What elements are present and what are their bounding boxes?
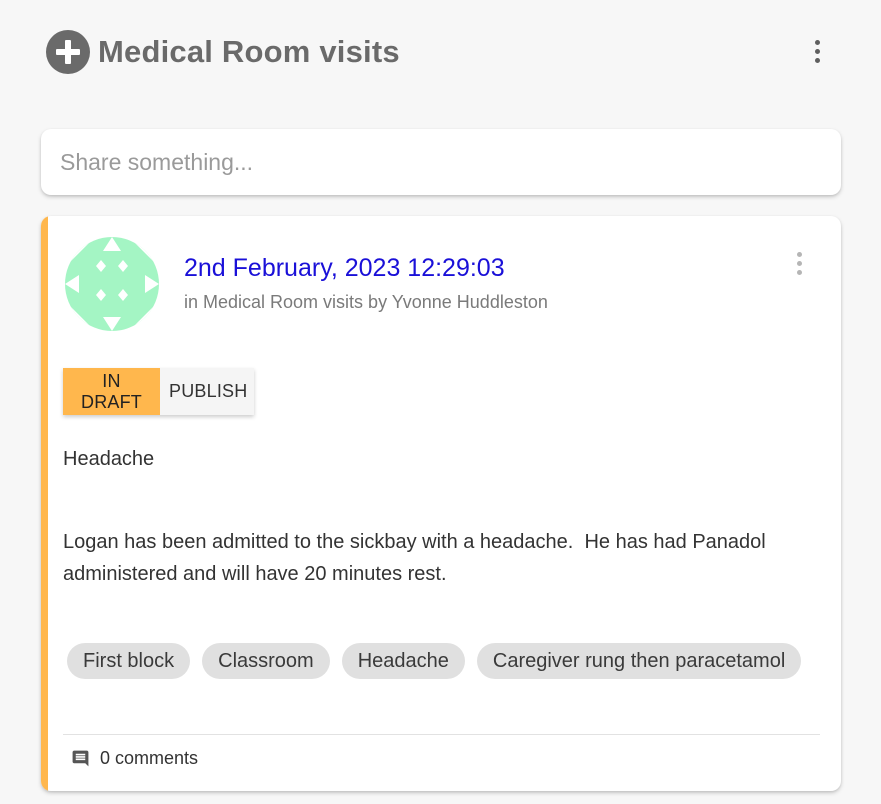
draft-accent-bar xyxy=(41,216,48,791)
plus-circle-icon xyxy=(56,40,80,64)
share-box xyxy=(41,129,841,195)
post-body: Logan has been admitted to the sickbay w… xyxy=(63,531,772,585)
comment-icon xyxy=(72,750,89,766)
page-title: Medical Room visits xyxy=(98,34,400,69)
more-vertical-icon-dot xyxy=(814,57,820,63)
divider xyxy=(63,734,820,735)
status-toggle: IN DRAFT PUBLISH xyxy=(63,368,254,415)
more-vertical-icon-dot xyxy=(814,48,820,54)
post-card: 2nd February, 2023 12:29:03 in Medical R… xyxy=(41,216,841,791)
tag-list: First block Classroom Headache Caregiver… xyxy=(67,643,807,679)
publish-button[interactable]: PUBLISH xyxy=(160,368,254,415)
add-post-button[interactable] xyxy=(46,30,90,74)
post-menu-button[interactable] xyxy=(789,248,809,278)
tag-chip[interactable]: First block xyxy=(67,643,191,679)
post-date-link[interactable]: 2nd February, 2023 12:29:03 xyxy=(184,254,505,283)
comments-link[interactable]: 0 comments xyxy=(71,746,198,770)
avatar xyxy=(65,237,159,331)
share-input[interactable] xyxy=(41,129,820,195)
page-menu-button[interactable] xyxy=(806,36,828,66)
in-draft-button[interactable]: IN DRAFT xyxy=(63,368,160,415)
more-vertical-icon xyxy=(796,251,802,257)
comments-count: 0 comments xyxy=(100,747,199,768)
page-header: Medical Room visits xyxy=(46,30,400,74)
tag-chip[interactable]: Caregiver rung then paracetamol xyxy=(476,643,802,679)
more-vertical-icon-dot xyxy=(796,260,802,266)
tag-chip[interactable]: Classroom xyxy=(202,643,330,679)
more-vertical-icon xyxy=(814,39,820,45)
tag-chip[interactable]: Headache xyxy=(341,643,465,679)
post-heading: Headache xyxy=(63,448,155,470)
post-meta: in Medical Room visits by Yvonne Huddles… xyxy=(184,292,548,312)
more-vertical-icon-dot xyxy=(796,269,802,275)
